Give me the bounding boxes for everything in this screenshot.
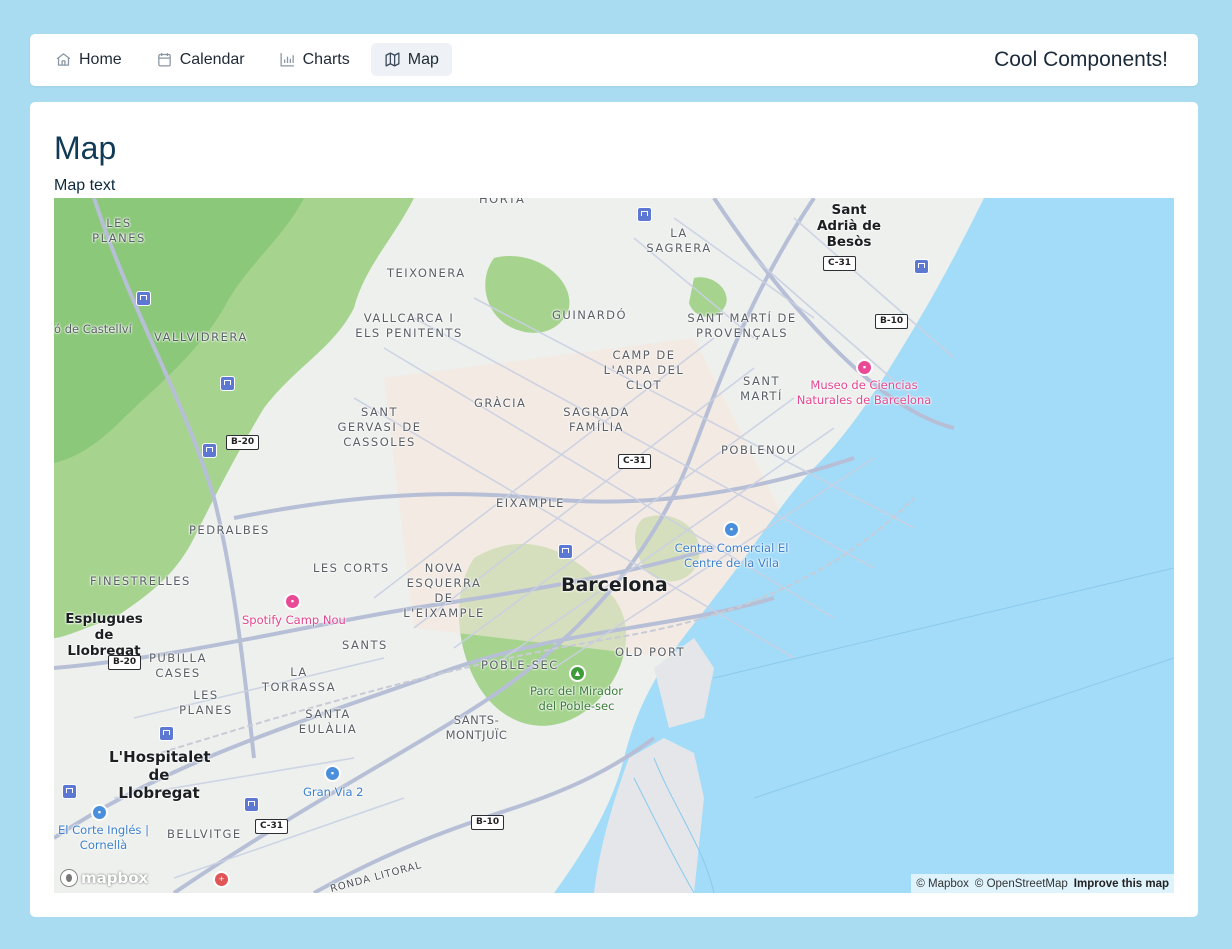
map-card: Map Map text HORTA Sant Adrià de Besòs L… — [30, 102, 1198, 917]
metro-station-icon[interactable] — [159, 726, 174, 741]
map-label-les-planes-south: LES PLANES — [179, 688, 233, 717]
map-label-sants-montjuic: SANTS-MONTJUÏC — [445, 713, 508, 742]
nav-item-label: Calendar — [179, 50, 245, 68]
map-label-pubilla-cases: PUBILLA CASES — [148, 651, 208, 680]
poi-gran-via-label[interactable]: Gran Via 2 — [303, 785, 363, 800]
metro-station-icon[interactable] — [244, 797, 259, 812]
map-label-finestrelles: FINESTRELLES — [90, 574, 191, 588]
map-label-sant-marti: SANT MARTÍ — [740, 374, 783, 403]
shopping-bag-icon[interactable]: ▪ — [324, 765, 341, 782]
hospital-icon[interactable]: + — [213, 871, 230, 888]
map-label-sant-gervasi: SANT GERVASI DE CASSOLES — [337, 405, 422, 449]
mapbox-logo-text: mapbox — [81, 869, 149, 887]
map-label-la-sagrera: LA SAGRERA — [646, 226, 712, 255]
map-label-teixonera: TEIXONERA — [387, 266, 466, 280]
map-label-sants: SANTS — [342, 638, 388, 652]
metro-station-icon[interactable] — [914, 259, 929, 274]
mapbox-logo-icon — [60, 869, 78, 887]
map-label-sagrada-familia: SAGRADA FAMÍLIA — [563, 405, 630, 434]
map-label-eixample: EIXAMPLE — [496, 496, 565, 510]
nav-item-map[interactable]: Map — [370, 43, 452, 76]
road-shield-c31: C-31 — [618, 454, 652, 469]
map-label-santa-eulalia: SANTA EULÀLIA — [298, 707, 358, 736]
museum-icon[interactable]: ▪ — [856, 359, 873, 376]
map-base-layer[interactable] — [54, 198, 1174, 893]
calendar-icon — [157, 53, 171, 67]
map-label-les-corts: LES CORTS — [313, 561, 390, 575]
map-label-vallvidrera: VALLVIDRERA — [154, 330, 248, 344]
poi-centre-comercial-label[interactable]: Centre Comercial El Centre de la Vila — [674, 541, 789, 571]
nav-item-label: Charts — [302, 50, 350, 68]
improve-map-link[interactable]: Improve this map — [1074, 878, 1169, 890]
top-navigation-bar: Home Calendar Charts Map Cool Components… — [30, 34, 1198, 86]
poi-museo-label[interactable]: Museo de Ciencias Naturales de Barcelona — [794, 378, 934, 408]
map-attribution: © Mapbox © OpenStreetMap Improve this ma… — [911, 874, 1174, 893]
metro-station-icon[interactable] — [136, 291, 151, 306]
nav-item-charts[interactable]: Charts — [266, 43, 363, 76]
map-icon — [385, 52, 400, 67]
map-label-hospitalet: L'Hospitalet de Llobregat — [109, 748, 211, 802]
map-label-pedralbes: PEDRALBES — [189, 523, 270, 537]
page-text: Map text — [54, 177, 116, 194]
shopping-bag-icon[interactable]: ▪ — [723, 521, 740, 538]
home-icon — [56, 53, 71, 66]
map-label-old-port: OLD PORT — [615, 645, 686, 659]
nav-menu: Home Calendar Charts Map — [42, 43, 452, 76]
brand-title: Cool Components! — [994, 48, 1168, 71]
map-label-camp-de-larpa: CAMP DE L'ARPA DEL CLOT — [603, 348, 685, 392]
attribution-mapbox-link[interactable]: © Mapbox — [916, 878, 969, 890]
road-shield-b10: B-10 — [471, 815, 505, 830]
road-shield-c31: C-31 — [823, 256, 857, 271]
poi-corte-ingles-label[interactable]: El Corte Inglés | Cornellà — [56, 823, 151, 853]
map-label-nova-esquerra: NOVA ESQUERRA DE L'EIXAMPLE — [403, 561, 485, 620]
map-label-vallcarca: VALLCARCA I ELS PENITENTS — [355, 311, 463, 340]
nav-item-calendar[interactable]: Calendar — [143, 43, 258, 76]
road-shield-b20: B-20 — [108, 655, 142, 670]
chart-bar-icon — [280, 53, 294, 67]
map-label-la-torrassa: LA TORRASSA — [261, 665, 337, 694]
map-label-bellvitge: BELLVITGE — [167, 827, 242, 841]
page-title: Map — [54, 130, 117, 166]
map-label-les-planes-north: LES PLANES — [92, 216, 146, 245]
road-shield-b20: B-20 — [226, 435, 260, 450]
map-label-sant-adria: Sant Adrià de Besòs — [816, 202, 882, 250]
metro-station-icon[interactable] — [62, 784, 77, 799]
shopping-bag-icon[interactable]: ▪ — [91, 804, 108, 821]
road-shield-b10: B-10 — [875, 314, 909, 329]
map-label-sant-marti-de-provencals: SANT MARTÍ DE PROVENÇALS — [687, 311, 797, 340]
metro-station-icon[interactable] — [220, 376, 235, 391]
map-label-gracia: GRÀCIA — [474, 396, 527, 410]
mapbox-logo[interactable]: mapbox — [60, 869, 148, 887]
park-tree-icon[interactable]: ▲ — [569, 665, 586, 682]
stadium-icon[interactable]: ▪ — [284, 593, 301, 610]
map-label-guinardo: GUINARDÓ — [552, 308, 628, 322]
map-label-castellvi: ó de Castellví — [54, 322, 132, 336]
metro-station-icon[interactable] — [202, 443, 217, 458]
metro-station-icon[interactable] — [558, 544, 573, 559]
nav-item-label: Home — [79, 50, 122, 68]
map-view[interactable]: HORTA Sant Adrià de Besòs LES PLANES TEI… — [54, 198, 1174, 893]
poi-spotify-label[interactable]: Spotify Camp Nou — [242, 613, 346, 628]
nav-item-label: Map — [407, 50, 439, 68]
map-label-horta: HORTA — [479, 198, 526, 206]
map-label-poble-sec: POBLE-SEC — [481, 658, 559, 672]
map-label-esplugues: Esplugues de Llobregat — [65, 611, 143, 659]
nav-item-home[interactable]: Home — [42, 43, 135, 76]
attribution-osm-link[interactable]: © OpenStreetMap — [975, 878, 1068, 890]
map-label-barcelona: Barcelona — [561, 574, 668, 596]
road-shield-c31: C-31 — [255, 819, 289, 834]
map-label-poblenou: POBLENOU — [721, 443, 797, 457]
metro-station-icon[interactable] — [637, 207, 652, 222]
poi-mirador-label[interactable]: Parc del Mirador del Poble-sec — [524, 684, 629, 714]
